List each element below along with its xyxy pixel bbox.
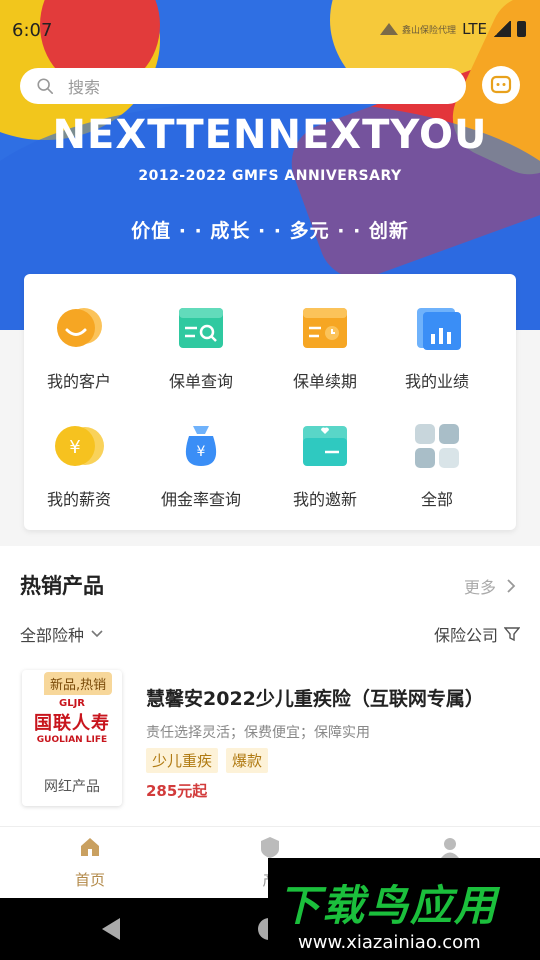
quick-menu-card: 我的客户 保单查询 保单续期 我的业绩 ¥ 我的薪资 ¥ 佣金率查询 我的邀新: [24, 274, 516, 530]
commission-icon: ¥: [175, 420, 227, 472]
salary-icon: ¥: [53, 420, 105, 472]
insurer-name: 国联人寿: [34, 713, 110, 734]
network-type: LTE: [462, 20, 487, 38]
insurer-filter[interactable]: 保险公司: [434, 622, 520, 646]
product-name: 慧馨安2022少儿重疾险（互联网专属）: [146, 688, 484, 710]
insurer-name-en: GUOLIAN LIFE: [36, 735, 108, 745]
menu-my-customers[interactable]: 我的客户: [24, 302, 134, 402]
hot-products-section: 热销产品 更多 全部险种 保险公司 GLJR 国联人寿 GUOLIAN LIFE…: [0, 546, 540, 826]
menu-all[interactable]: 全部: [382, 420, 492, 520]
menu-label: 保单续期: [292, 372, 357, 391]
svg-text:¥: ¥: [69, 437, 80, 458]
insurance-type-filter[interactable]: 全部险种: [20, 622, 104, 646]
menu-label: 我的邀新: [292, 490, 357, 509]
menu-policy-search[interactable]: 保单查询: [146, 302, 256, 402]
filter-icon: [504, 627, 520, 642]
menu-label: 我的薪资: [46, 490, 111, 509]
menu-policy-renewal[interactable]: 保单续期: [270, 302, 380, 402]
filter-company-label: 保险公司: [433, 626, 498, 645]
product-tags: 少儿重疾 爆款: [146, 748, 269, 773]
watermark-title: 下载鸟应用: [278, 881, 499, 930]
menu-label: 保单查询: [168, 372, 233, 391]
product-badge: 新品,热销: [44, 672, 113, 695]
watermark-url: www.xiazainiao.com: [298, 932, 481, 953]
profile-icon: [441, 838, 459, 858]
back-icon[interactable]: [102, 918, 120, 940]
insurer-logo: GLJR 国联人寿 GUOLIAN LIFE: [22, 698, 122, 745]
svg-text:¥: ¥: [197, 444, 206, 460]
menu-label: 我的业绩: [404, 372, 469, 391]
signal-icon: [493, 21, 511, 37]
product-card[interactable]: GLJR 国联人寿 GUOLIAN LIFE 网红产品 新品,热销 慧馨安202…: [20, 670, 520, 810]
product-tag: 少儿重疾: [146, 748, 219, 773]
tab-home[interactable]: 首页: [30, 835, 150, 890]
menu-my-performance[interactable]: 我的业绩: [382, 302, 492, 402]
more-label: 更多: [463, 578, 496, 597]
menu-commission-rate[interactable]: ¥ 佣金率查询: [146, 420, 256, 520]
brand-mark-icon: [380, 23, 399, 35]
customer-icon: [53, 302, 105, 354]
search-icon: [37, 78, 54, 95]
chevron-right-icon: [507, 579, 516, 593]
search-row: 搜索: [20, 66, 520, 106]
product-icon: [261, 837, 279, 858]
watermark: 下载鸟应用 www.xiazainiao.com: [268, 858, 540, 960]
brand-text: 鑫山保险代理: [402, 25, 457, 36]
chevron-down-icon: [91, 630, 103, 638]
tab-label: 首页: [74, 871, 105, 889]
product-tag: 爆款: [226, 748, 269, 773]
filter-type-label: 全部险种: [20, 626, 85, 645]
home-icon: [81, 838, 99, 856]
invite-icon: [299, 420, 351, 472]
product-price: 285元起: [146, 782, 208, 800]
banner-slogan: 价值 · · 成长 · · 多元 · · 创新: [131, 220, 409, 242]
banner-subline: 2012-2022 GMFS ANNIVERSARY: [138, 168, 402, 184]
message-icon: [490, 75, 512, 94]
message-button[interactable]: [482, 66, 520, 104]
menu-label: 佣金率查询: [160, 490, 241, 509]
battery-icon: [517, 21, 526, 37]
status-time: 6:07: [12, 20, 53, 41]
insurer-abbr: GLJR: [58, 698, 85, 709]
performance-icon: [411, 302, 463, 354]
menu-label: 我的客户: [46, 372, 111, 391]
policy-renew-icon: [299, 302, 351, 354]
menu-my-invites[interactable]: 我的邀新: [270, 420, 380, 520]
menu-label: 全部: [420, 490, 453, 509]
product-category: 网红产品: [44, 779, 100, 795]
search-input[interactable]: 搜索: [20, 68, 466, 104]
product-description: 责任选择灵活；保费便宜；保障实用: [146, 725, 370, 741]
menu-my-salary[interactable]: ¥ 我的薪资: [24, 420, 134, 520]
more-link[interactable]: 更多: [464, 574, 516, 598]
section-title: 热销产品: [20, 574, 104, 598]
status-indicators: 鑫山保险代理 LTE: [380, 20, 526, 38]
policy-search-icon: [175, 302, 227, 354]
banner-headline: NEXTTENNEXTYOU: [52, 112, 488, 158]
search-placeholder: 搜索: [68, 78, 101, 97]
brand-logo: 鑫山保险代理: [380, 23, 456, 36]
all-icon: [411, 420, 463, 472]
status-bar: 6:07 鑫山保险代理 LTE: [0, 0, 540, 60]
